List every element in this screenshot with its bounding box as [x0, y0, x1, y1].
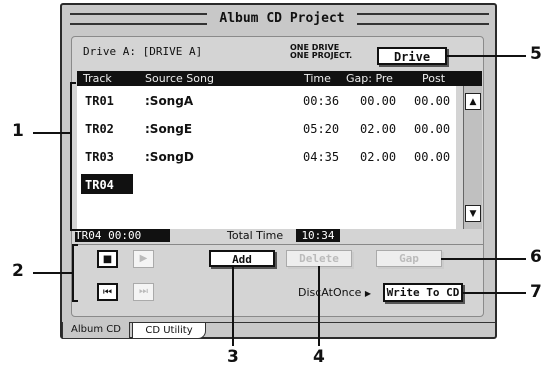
stop-button[interactable]: ■ — [97, 250, 118, 268]
play-button[interactable]: ▶ — [133, 250, 154, 268]
drive-button[interactable]: Drive — [377, 47, 447, 65]
table-row[interactable]: TR03 :SongD 04:35 02.00 00.00 — [77, 144, 456, 170]
callout-6: 6 — [530, 247, 542, 267]
table-row[interactable]: TR02 :SongE 05:20 02.00 00.00 — [77, 116, 456, 142]
add-button[interactable]: Add — [209, 250, 275, 267]
callout-3: 3 — [227, 347, 239, 367]
callout-bracket-1 — [70, 82, 72, 230]
delete-button[interactable]: Delete — [286, 250, 352, 267]
scrollbar[interactable]: ▲ ▼ — [463, 86, 482, 229]
callout-4: 4 — [313, 347, 325, 367]
col-track: Track — [83, 72, 112, 85]
col-gap-pre: Gap: Pre — [346, 72, 393, 85]
gap-button[interactable]: Gap — [376, 250, 442, 267]
callout-line-5 — [446, 55, 526, 57]
disc-mode-label: DiscAtOnce ▶ — [298, 286, 372, 299]
col-source-song: Source Song — [145, 72, 214, 85]
title-rule-right — [354, 13, 489, 25]
window-title: Album CD Project — [207, 11, 357, 26]
callout-line-4 — [318, 266, 320, 346]
callout-line-3 — [232, 266, 234, 346]
write-to-cd-button[interactable]: Write To CD — [383, 283, 463, 302]
divider — [72, 244, 483, 245]
callout-line-1 — [33, 132, 71, 134]
col-time: Time — [304, 72, 331, 85]
track-list[interactable]: TR01 :SongA 00:36 00.00 00.00 TR02 :Song… — [77, 86, 456, 229]
fast-forward-button[interactable]: ⏭ — [133, 283, 154, 301]
tab-cd-utility[interactable]: CD Utility — [132, 322, 206, 339]
scroll-down-icon[interactable]: ▼ — [465, 205, 481, 222]
col-post: Post — [422, 72, 446, 85]
callout-bracket-1-bottom — [70, 229, 76, 231]
callout-bracket-1-top — [70, 82, 76, 84]
tab-album-cd[interactable]: Album CD — [62, 322, 130, 339]
table-row-selected[interactable]: TR04 — [77, 172, 456, 198]
callout-line-2 — [33, 272, 73, 274]
callout-5: 5 — [530, 44, 542, 64]
callout-line-7 — [462, 292, 526, 294]
drive-note: ONE DRIVE ONE PROJECT. — [290, 43, 353, 60]
title-bar: Album CD Project — [62, 8, 495, 30]
callout-2: 2 — [12, 261, 24, 281]
title-rule-left — [70, 13, 210, 25]
total-time-value: 10:34 — [296, 229, 340, 242]
track-time-readout: TR04 00:00 — [75, 229, 170, 242]
callout-bracket-2-top — [72, 244, 78, 246]
callout-line-6 — [441, 258, 526, 260]
table-header: Track Source Song Time Gap: Pre Post — [77, 71, 482, 86]
table-row[interactable]: TR01 :SongA 00:36 00.00 00.00 — [77, 88, 456, 114]
callout-7: 7 — [530, 282, 542, 302]
drive-label: Drive A: [DRIVE A] — [83, 45, 203, 58]
rewind-button[interactable]: ⏮ — [97, 283, 118, 301]
callout-bracket-2 — [72, 244, 74, 302]
arrow-right-icon: ▶ — [364, 289, 372, 298]
scroll-up-icon[interactable]: ▲ — [465, 93, 481, 110]
callout-1: 1 — [12, 121, 24, 141]
total-time-label: Total Time — [227, 229, 284, 242]
callout-bracket-2-bottom — [72, 300, 78, 302]
